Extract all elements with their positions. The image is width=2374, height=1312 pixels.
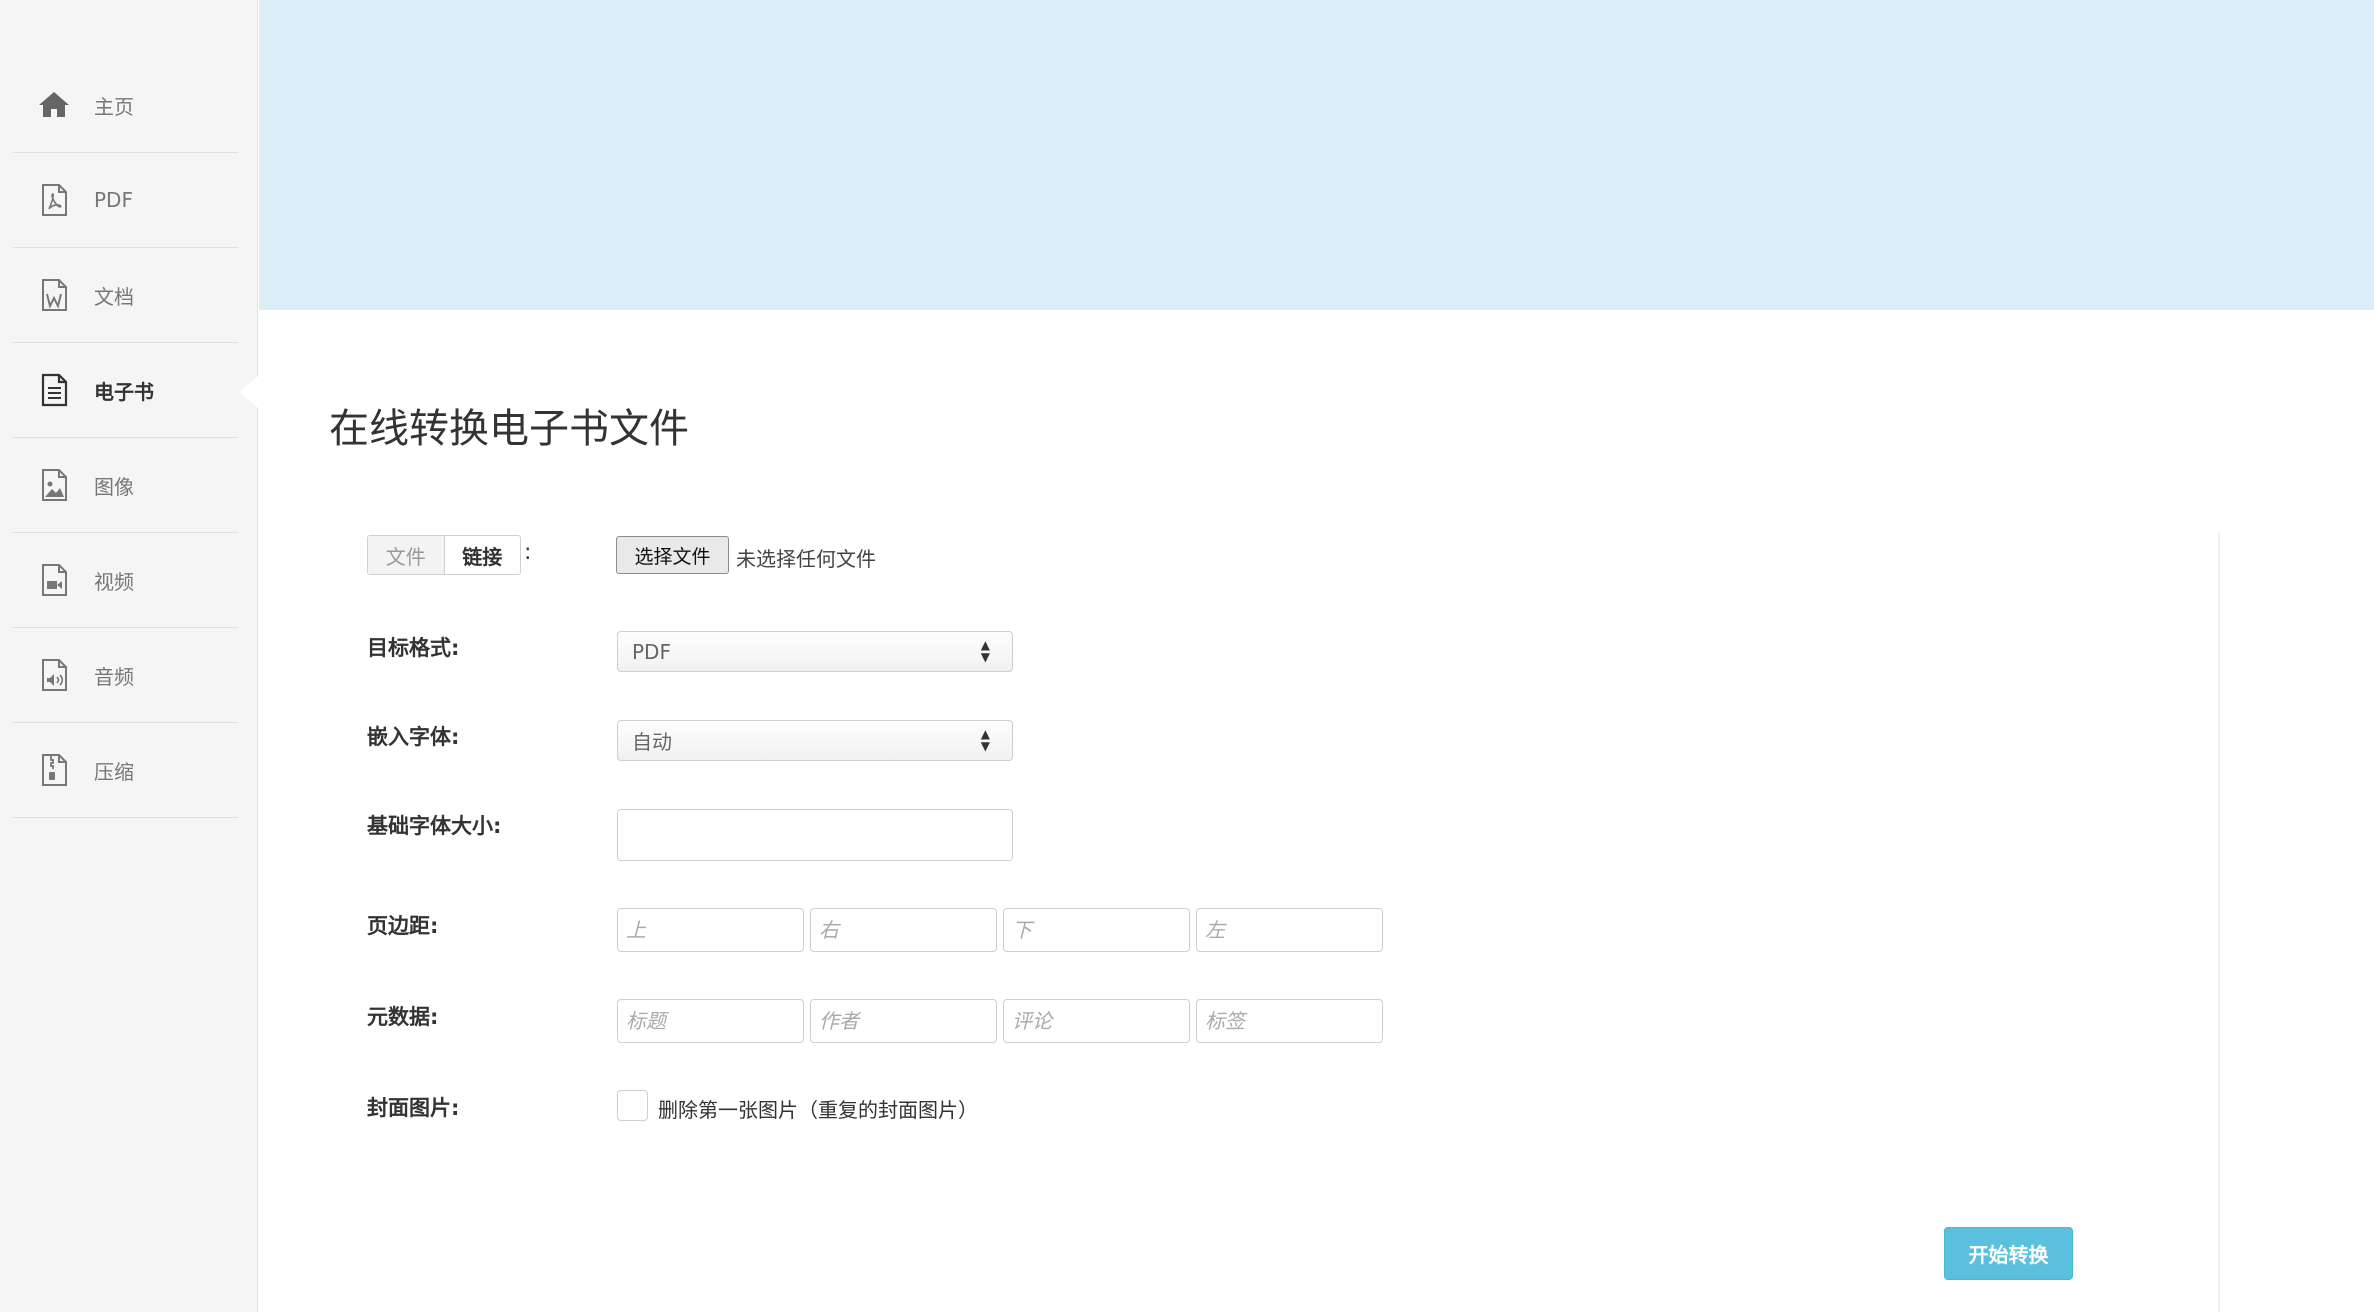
page-title: 在线转换电子书文件 — [329, 406, 689, 452]
embed-font-label: 嵌入字体: — [367, 725, 460, 749]
embed-font-value: 自动 — [632, 730, 672, 754]
sidebar-nav: 主页 PDF 文档 电子书 图像 视频 音频 压缩 — [12, 58, 238, 818]
source-colon: : — [524, 540, 532, 565]
select-arrows-icon: ▲ ▼ — [980, 638, 990, 664]
metadata-label: 元数据: — [367, 1005, 439, 1029]
pdf-file-icon — [34, 180, 74, 220]
sidebar-item-audio[interactable]: 音频 — [12, 628, 238, 723]
sidebar-item-archive[interactable]: 压缩 — [12, 723, 238, 818]
remove-first-image-label: 删除第一张图片（重复的封面图片） — [658, 1098, 978, 1122]
metadata-tags-input[interactable] — [1196, 999, 1383, 1043]
remove-first-image-checkbox[interactable] — [617, 1090, 648, 1121]
word-file-icon — [34, 275, 74, 315]
start-conversion-button[interactable]: 开始转换 — [1944, 1227, 2073, 1280]
image-file-icon — [34, 465, 74, 505]
embed-font-select[interactable]: 自动 ▲ ▼ — [617, 720, 1013, 761]
home-icon — [34, 85, 74, 125]
sidebar-item-label: PDF — [94, 188, 133, 212]
cover-image-label: 封面图片: — [367, 1096, 460, 1120]
sidebar-item-image[interactable]: 图像 — [12, 438, 238, 533]
sidebar-item-video[interactable]: 视频 — [12, 533, 238, 628]
sidebar-item-label: 主页 — [94, 94, 134, 119]
choose-file-button[interactable]: 选择文件 — [616, 536, 729, 574]
metadata-title-input[interactable] — [617, 999, 804, 1043]
margins-label: 页边距: — [367, 914, 439, 938]
sidebar-item-label: 音频 — [94, 664, 134, 689]
margin-top-input[interactable] — [617, 908, 804, 952]
header-banner — [259, 0, 2374, 310]
margin-left-input[interactable] — [1196, 908, 1383, 952]
target-format-label: 目标格式: — [367, 636, 460, 660]
video-file-icon — [34, 560, 74, 600]
sidebar-item-ebook[interactable]: 电子书 — [12, 343, 238, 438]
metadata-comment-input[interactable] — [1003, 999, 1190, 1043]
metadata-author-input[interactable] — [810, 999, 997, 1043]
target-format-select[interactable]: PDF ▲ ▼ — [617, 631, 1013, 672]
tab-link[interactable]: 链接 — [445, 536, 521, 574]
select-arrows-icon: ▲ ▼ — [980, 727, 990, 753]
tab-file[interactable]: 文件 — [368, 536, 445, 574]
archive-file-icon — [34, 750, 74, 790]
sidebar-item-document[interactable]: 文档 — [12, 248, 238, 343]
panel-divider — [2218, 532, 2220, 1312]
sidebar-item-pdf[interactable]: PDF — [12, 153, 238, 248]
sidebar-item-label: 图像 — [94, 474, 134, 499]
margin-bottom-input[interactable] — [1003, 908, 1190, 952]
sidebar-item-label: 压缩 — [94, 759, 134, 784]
base-font-size-label: 基础字体大小: — [367, 814, 502, 838]
margin-right-input[interactable] — [810, 908, 997, 952]
sidebar-item-label: 文档 — [94, 284, 134, 309]
active-indicator — [240, 376, 258, 408]
audio-file-icon — [34, 655, 74, 695]
ebook-file-icon — [34, 370, 74, 410]
sidebar: 主页 PDF 文档 电子书 图像 视频 音频 压缩 — [0, 0, 258, 1312]
sidebar-item-label: 电子书 — [94, 379, 154, 404]
source-toggle: 文件 链接 — [367, 535, 521, 575]
sidebar-item-label: 视频 — [94, 569, 134, 594]
target-format-value: PDF — [632, 639, 671, 664]
sidebar-item-home[interactable]: 主页 — [12, 58, 238, 153]
base-font-size-input[interactable] — [617, 809, 1013, 861]
file-status: 未选择任何文件 — [736, 547, 876, 571]
